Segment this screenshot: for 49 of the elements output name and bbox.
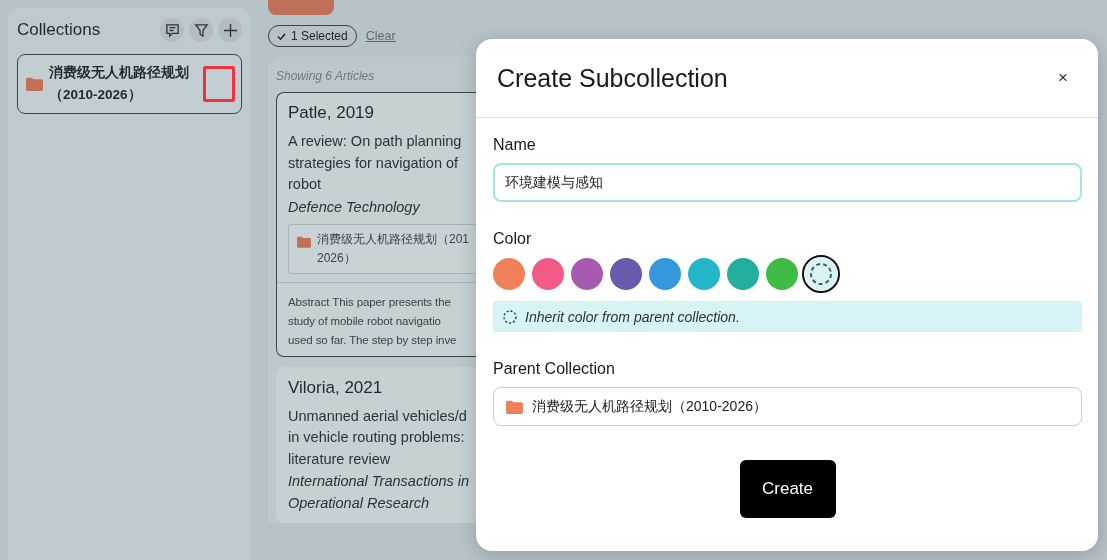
article-count: Showing 6 Articles (276, 69, 376, 83)
check-icon (277, 31, 286, 41)
highlight-box (203, 66, 235, 102)
article-title: literature review (288, 449, 392, 469)
dashed-circle-icon (503, 309, 517, 324)
collection-item[interactable]: 消费级无人机路径规划（2010-2026） (17, 54, 242, 114)
filter-icon[interactable] (189, 18, 213, 42)
article-title: strategies for navigation of (288, 153, 460, 173)
parent-select[interactable]: 消费级无人机路径规划（2010-2026） (493, 387, 1082, 426)
hint-text: Inherit color from parent collection. (525, 308, 740, 325)
folder-icon (297, 235, 311, 248)
add-icon[interactable] (218, 18, 242, 42)
close-button[interactable]: × (1054, 68, 1072, 88)
field-label: Color (493, 230, 533, 248)
color-swatch[interactable] (610, 258, 642, 290)
color-swatch[interactable] (688, 258, 720, 290)
parent-value: 消费级无人机路径规划（2010-2026） (532, 397, 767, 416)
color-swatch[interactable] (571, 258, 603, 290)
journal-name: Defence Technology (288, 197, 422, 217)
journal-name: International Transactions in (288, 472, 471, 491)
article-title: Unmanned aerial vehicles/d (288, 406, 468, 426)
folder-icon (506, 399, 523, 414)
collection-tag-text: 2026） (317, 249, 357, 267)
collection-tag-text: 消费级无人机路径规划（201 (317, 230, 470, 248)
inherit-swatch[interactable] (805, 258, 837, 290)
article-title: in vehicle routing problems: (288, 428, 466, 447)
name-input[interactable]: 环境建模与感知 (493, 163, 1082, 202)
article-title: A review: On path planning (288, 132, 463, 151)
create-button[interactable]: Create (739, 460, 836, 518)
field-label: Name (493, 136, 537, 154)
field-label: Parent Collection (493, 360, 616, 378)
journal-name: Operational Research (288, 494, 431, 513)
dialog-title: Create Subcollection (497, 63, 729, 93)
color-swatch[interactable] (493, 258, 525, 290)
color-swatch[interactable] (727, 258, 759, 290)
abstract-text: used so far. The step by step inve (288, 332, 458, 348)
color-swatch[interactable] (649, 258, 681, 290)
folder-icon (26, 77, 43, 91)
abstract-text: study of mobile robot navigatio (288, 313, 442, 329)
article-title: robot (288, 175, 323, 194)
color-swatch[interactable] (766, 258, 798, 290)
collection-name: 消费级无人机路径规划（2010-2026） (49, 64, 190, 104)
article-card[interactable] (276, 92, 476, 357)
article-card[interactable]: Viloria, 2021 Unmanned aerial vehicles/d in vehicle routing problems: literature review International Transactions in Operational Research (276, 366, 476, 523)
article-heading: Patle, 2019 (288, 103, 375, 123)
sidebar-title: Collections (17, 20, 102, 40)
abstract-text: Abstract This paper presents the (288, 294, 452, 310)
article-heading: Viloria, 2021 (288, 377, 384, 398)
color-swatch[interactable] (532, 258, 564, 290)
